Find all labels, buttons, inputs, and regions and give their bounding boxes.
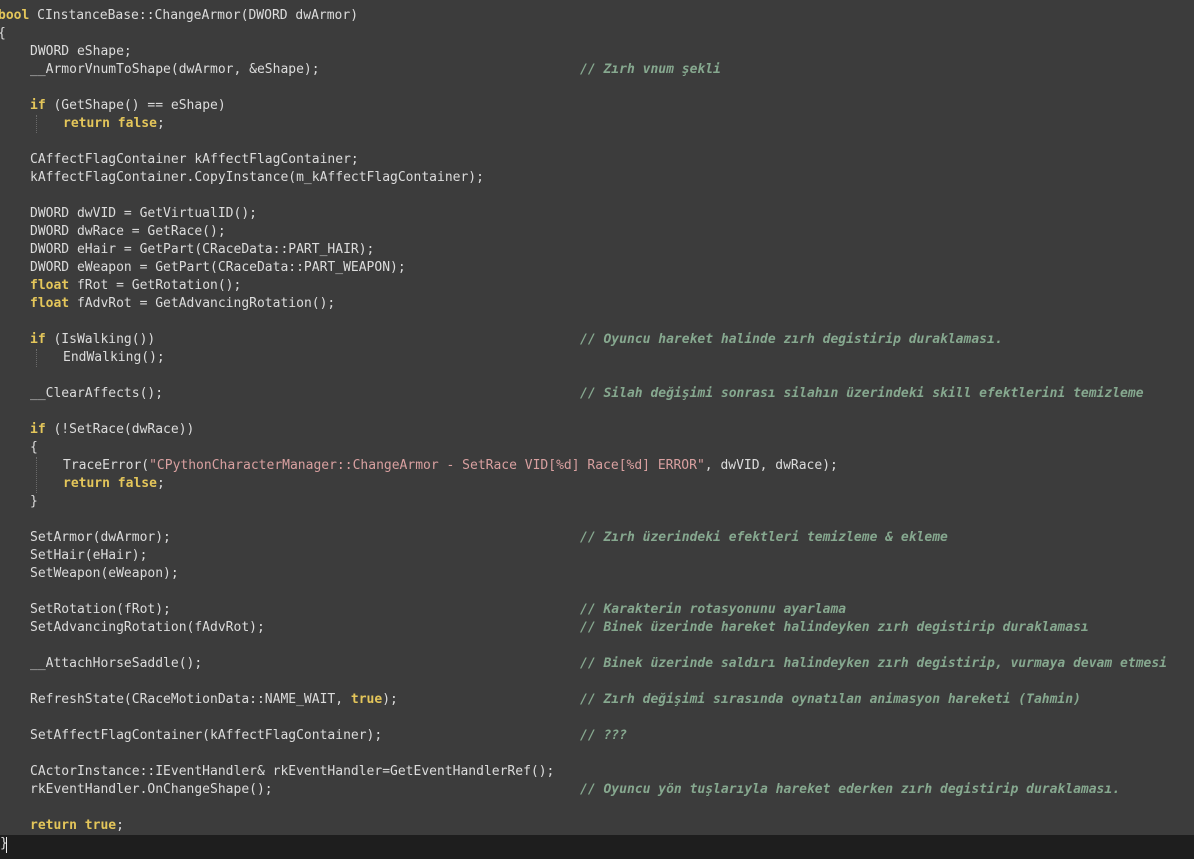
code-line[interactable]: {: [0, 439, 1194, 457]
code-line[interactable]: SetWeapon(eWeapon);: [0, 565, 1194, 583]
code-text: }: [30, 494, 38, 509]
code-text: DWORD eWeapon = GetPart(CRaceData::PART_…: [30, 260, 406, 275]
code-line[interactable]: DWORD dwRace = GetRace();: [0, 223, 1194, 241]
code-comment: // Binek üzerinde hareket halindeyken zı…: [580, 620, 1089, 635]
code-text: {: [30, 440, 38, 455]
code-line[interactable]: float fAdvRot = GetAdvancingRotation();: [0, 295, 1194, 313]
code-line[interactable]: {: [0, 25, 1194, 43]
code-text: SetHair(eHair);: [30, 548, 148, 563]
code-text: __ArmorVnumToShape(dwArmor, &eShape);: [30, 62, 320, 77]
code-line[interactable]: DWORD eWeapon = GetPart(CRaceData::PART_…: [0, 259, 1194, 277]
code-line[interactable]: EndWalking();: [0, 349, 1194, 367]
code-text: TraceError("CPythonCharacterManager::Cha…: [63, 458, 838, 473]
code-line[interactable]: __ClearAffects(); // Silah değişimi sonra…: [0, 385, 1194, 403]
code-comment: // Zırh vnum şekli: [580, 62, 721, 77]
code-text: float fAdvRot = GetAdvancingRotation();: [30, 296, 336, 311]
code-comment: // ???: [580, 728, 627, 743]
code-line[interactable]: [0, 637, 1194, 655]
indent-guide: [36, 349, 37, 367]
code-text: DWORD eShape;: [30, 44, 132, 59]
code-text: if (GetShape() == eShape): [30, 98, 226, 113]
code-line[interactable]: if (IsWalking()) // Oyuncu hareket halind…: [0, 331, 1194, 349]
code-line[interactable]: float fRot = GetRotation();: [0, 277, 1194, 295]
code-text: SetAffectFlagContainer(kAffectFlagContai…: [30, 728, 383, 743]
code-line[interactable]: return false;: [0, 115, 1194, 133]
code-comment: // Binek üzerinde saldırı halindeyken zı…: [580, 656, 1167, 671]
code-line[interactable]: __ArmorVnumToShape(dwArmor, &eShape); // …: [0, 61, 1194, 79]
code-text: __ClearAffects();: [30, 386, 164, 401]
code-text: DWORD eHair = GetPart(CRaceData::PART_HA…: [30, 242, 375, 257]
code-line[interactable]: SetHair(eHair);: [0, 547, 1194, 565]
code-text: return false;: [63, 116, 165, 131]
code-line[interactable]: [0, 745, 1194, 763]
code-text: return true;: [30, 818, 124, 833]
code-line[interactable]: [0, 133, 1194, 151]
code-line[interactable]: [0, 799, 1194, 817]
code-line[interactable]: [0, 709, 1194, 727]
code-comment: // Silah değişimi sonrası silahın üzerin…: [580, 386, 1144, 401]
code-text: __AttachHorseSaddle();: [30, 656, 203, 671]
code-line[interactable]: return false;: [0, 475, 1194, 493]
code-line[interactable]: CAffectFlagContainer kAffectFlagContaine…: [0, 151, 1194, 169]
code-text: SetAdvancingRotation(fAdvRot);: [30, 620, 265, 635]
indent-guide: [36, 115, 37, 133]
code-text: SetRotation(fRot);: [30, 602, 171, 617]
code-line[interactable]: [0, 511, 1194, 529]
code-comment: // Zırh değişimi sırasında oynatılan ani…: [580, 692, 1081, 707]
code-line[interactable]: SetArmor(dwArmor); // Zırh üzerindeki efe…: [0, 529, 1194, 547]
code-line[interactable]: SetAdvancingRotation(fAdvRot); // Binek ü…: [0, 619, 1194, 637]
code-line[interactable]: [0, 673, 1194, 691]
code-line[interactable]: [0, 403, 1194, 421]
code-line[interactable]: bool CInstanceBase::ChangeArmor(DWORD dw…: [0, 7, 1194, 25]
code-text: SetArmor(dwArmor);: [30, 530, 171, 545]
code-text: return false;: [63, 476, 165, 491]
code-line[interactable]: DWORD dwVID = GetVirtualID();: [0, 205, 1194, 223]
code-text: DWORD dwRace = GetRace();: [30, 224, 226, 239]
code-line[interactable]: RefreshState(CRaceMotionData::NAME_WAIT,…: [0, 691, 1194, 709]
code-text: if (IsWalking()): [30, 332, 156, 347]
code-editor[interactable]: bool CInstanceBase::ChangeArmor(DWORD dw…: [0, 0, 1194, 859]
code-line[interactable]: DWORD eShape;: [0, 43, 1194, 61]
code-comment: // Oyuncu yön tuşlarıyla hareket ederken…: [580, 782, 1121, 797]
code-text: float fRot = GetRotation();: [30, 278, 242, 293]
code-text: EndWalking();: [63, 350, 165, 365]
code-line[interactable]: rkEventHandler.OnChangeShape(); // Oyuncu…: [0, 781, 1194, 799]
code-text: if (!SetRace(dwRace)): [30, 422, 195, 437]
code-text: kAffectFlagContainer.CopyInstance(m_kAff…: [30, 170, 484, 185]
indent-guide: [36, 457, 37, 493]
code-comment: // Oyuncu hareket halinde zırh degistiri…: [580, 332, 1003, 347]
code-line[interactable]: kAffectFlagContainer.CopyInstance(m_kAff…: [0, 169, 1194, 187]
code-line[interactable]: [0, 187, 1194, 205]
code-line[interactable]: [0, 79, 1194, 97]
code-line[interactable]: DWORD eHair = GetPart(CRaceData::PART_HA…: [0, 241, 1194, 259]
code-line[interactable]: SetAffectFlagContainer(kAffectFlagContai…: [0, 727, 1194, 745]
code-text: bool CInstanceBase::ChangeArmor(DWORD dw…: [0, 8, 359, 23]
code-line[interactable]: TraceError("CPythonCharacterManager::Cha…: [0, 457, 1194, 475]
editor-bottom-bar: [0, 835, 1194, 859]
text-caret: [6, 837, 7, 853]
code-text: SetWeapon(eWeapon);: [30, 566, 179, 581]
code-line[interactable]: if (GetShape() == eShape): [0, 97, 1194, 115]
code-line[interactable]: [0, 367, 1194, 385]
code-line[interactable]: [0, 313, 1194, 331]
code-text: {: [0, 25, 6, 43]
code-line[interactable]: __AttachHorseSaddle(); // Binek üzerinde …: [0, 655, 1194, 673]
code-line[interactable]: CActorInstance::IEventHandler& rkEventHa…: [0, 763, 1194, 781]
code-line[interactable]: return true;: [0, 817, 1194, 835]
code-text: RefreshState(CRaceMotionData::NAME_WAIT,…: [30, 692, 398, 707]
code-text: CAffectFlagContainer kAffectFlagContaine…: [30, 152, 359, 167]
code-text: rkEventHandler.OnChangeShape();: [30, 782, 273, 797]
code-line[interactable]: SetRotation(fRot); // Karakterin rotasyon…: [0, 601, 1194, 619]
code-comment: // Karakterin rotasyonunu ayarlama: [580, 602, 847, 617]
code-text: DWORD dwVID = GetVirtualID();: [30, 206, 257, 221]
code-line[interactable]: if (!SetRace(dwRace)): [0, 421, 1194, 439]
code-text: CActorInstance::IEventHandler& rkEventHa…: [30, 764, 555, 779]
code-comment: // Zırh üzerindeki efektleri temizleme &…: [580, 530, 948, 545]
code-line[interactable]: [0, 583, 1194, 601]
code-line[interactable]: }: [0, 493, 1194, 511]
